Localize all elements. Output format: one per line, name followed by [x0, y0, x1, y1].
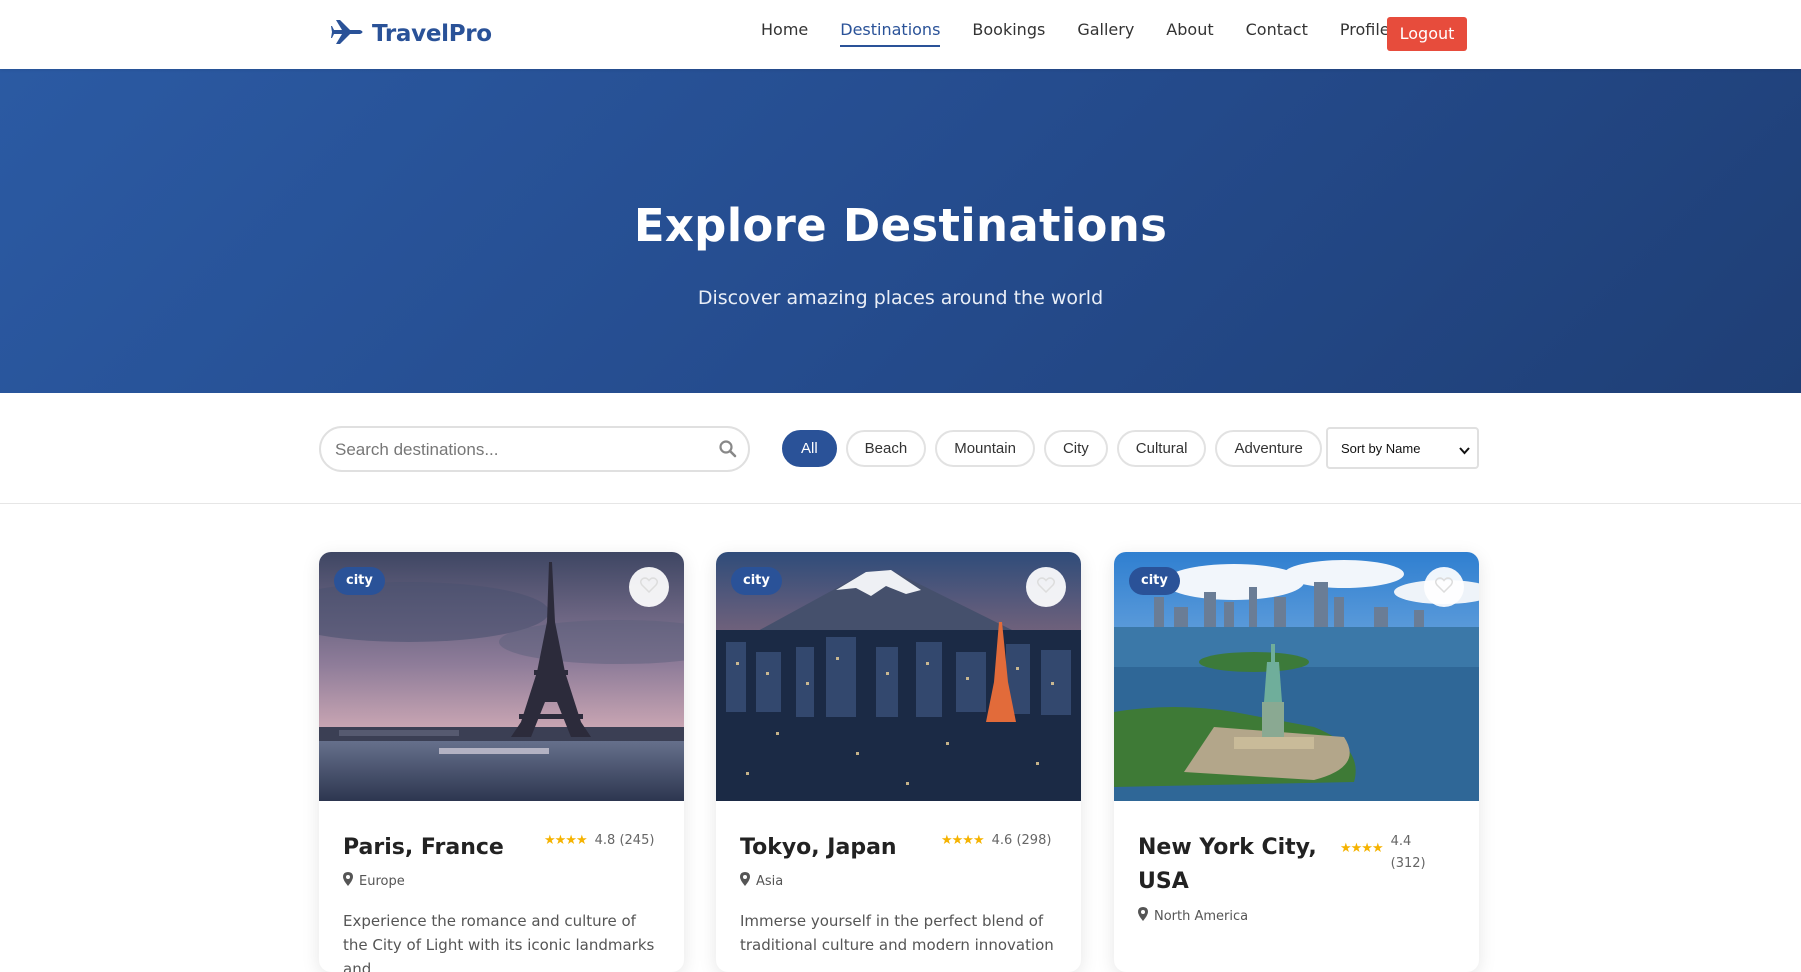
- chevron-down-icon: [1459, 443, 1470, 455]
- nav-profile[interactable]: Profile: [1340, 20, 1390, 47]
- page-title: Explore Destinations: [633, 199, 1168, 252]
- filter-chip-adventure[interactable]: Adventure: [1215, 430, 1322, 467]
- hero-banner: Explore Destinations Discover amazing pl…: [0, 69, 1801, 393]
- destination-name[interactable]: Tokyo, Japan: [740, 831, 930, 865]
- filter-chip-city[interactable]: City: [1043, 430, 1108, 467]
- star-rating-icon: ★★★★: [1340, 841, 1384, 856]
- category-filters: All Beach Mountain City Cultural Adventu…: [782, 430, 1322, 467]
- map-pin-icon: [343, 872, 353, 890]
- destination-name[interactable]: Paris, France: [343, 831, 533, 865]
- destination-card[interactable]: city Paris, France ★★★★ 4.8 (245) Europe…: [319, 552, 684, 972]
- category-badge: city: [1129, 567, 1180, 595]
- category-badge: city: [334, 567, 385, 595]
- sort-select[interactable]: Sort by Name: [1326, 427, 1479, 469]
- favorite-button[interactable]: [1424, 567, 1464, 607]
- review-count: (245): [619, 833, 655, 848]
- destination-region: North America: [1138, 907, 1248, 925]
- region-label: Europe: [359, 873, 405, 889]
- sort-selected-value: Sort by Name: [1341, 440, 1421, 456]
- nav-gallery[interactable]: Gallery: [1077, 20, 1134, 47]
- main-nav: Home Destinations Bookings Gallery About…: [761, 20, 1422, 47]
- review-count: (298): [1016, 833, 1052, 848]
- nav-bookings[interactable]: Bookings: [972, 20, 1045, 47]
- review-count: (312): [1390, 856, 1426, 871]
- filter-chip-beach[interactable]: Beach: [845, 430, 927, 467]
- filter-chip-mountain[interactable]: Mountain: [935, 430, 1035, 467]
- destination-region: Europe: [343, 872, 405, 890]
- top-navbar: TravelPro Home Destinations Bookings Gal…: [0, 0, 1801, 69]
- destination-card[interactable]: city Tokyo, Japan ★★★★ 4.6 (298) Asia Im…: [716, 552, 1081, 972]
- nav-destinations[interactable]: Destinations: [840, 20, 941, 47]
- rating-value: 4.4: [1390, 834, 1412, 849]
- rating: ★★★★ 4.6 (298): [941, 833, 1051, 848]
- star-rating-icon: ★★★★: [544, 833, 588, 848]
- favorite-button[interactable]: [629, 567, 669, 607]
- search-input[interactable]: [335, 438, 695, 462]
- destinations-grid: city Paris, France ★★★★ 4.8 (245) Europe…: [0, 504, 1801, 972]
- region-label: Asia: [756, 873, 784, 889]
- heart-icon: [1036, 577, 1056, 597]
- rating: ★★★★ 4.8 (245): [544, 833, 654, 848]
- brand-logo[interactable]: TravelPro: [330, 17, 492, 51]
- nav-home[interactable]: Home: [761, 20, 808, 47]
- category-badge: city: [731, 567, 782, 595]
- nav-about[interactable]: About: [1166, 20, 1213, 47]
- destination-name[interactable]: New York City, USA: [1138, 831, 1328, 899]
- logout-button[interactable]: Logout: [1387, 17, 1467, 51]
- page-subtitle: Discover amazing places around the world: [697, 287, 1104, 309]
- heart-icon: [1434, 577, 1454, 597]
- nav-contact[interactable]: Contact: [1246, 20, 1308, 47]
- filter-chip-cultural[interactable]: Cultural: [1116, 430, 1207, 467]
- destination-region: Asia: [740, 872, 783, 890]
- destination-description: Immerse yourself in the perfect blend of…: [740, 912, 1054, 954]
- map-pin-icon: [740, 872, 750, 890]
- star-rating-icon: ★★★★: [941, 833, 985, 848]
- rating: ★★★★ 4.4 (312): [1340, 831, 1431, 875]
- filter-bar: All Beach Mountain City Cultural Adventu…: [0, 393, 1801, 504]
- airplane-icon: [330, 17, 364, 51]
- favorite-button[interactable]: [1026, 567, 1066, 607]
- region-label: North America: [1154, 908, 1249, 924]
- search-icon[interactable]: [718, 439, 738, 459]
- destination-description: Experience the romance and culture of th…: [343, 912, 655, 972]
- destination-card[interactable]: city New York City, USA ★★★★ 4.4 (312) N…: [1114, 552, 1479, 972]
- map-pin-icon: [1138, 907, 1148, 925]
- rating-value: 4.8: [594, 833, 616, 848]
- brand-name: TravelPro: [372, 21, 492, 47]
- heart-icon: [639, 577, 659, 597]
- filter-chip-all[interactable]: All: [782, 430, 837, 467]
- rating-value: 4.6: [991, 833, 1013, 848]
- search-box[interactable]: [319, 426, 750, 472]
